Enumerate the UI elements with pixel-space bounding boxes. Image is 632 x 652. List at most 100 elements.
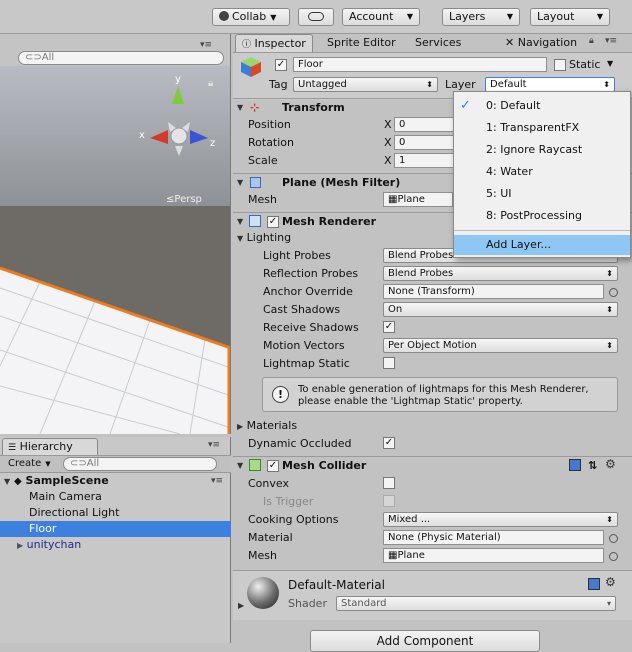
- layer-menu-item-ui[interactable]: 5: UI: [454, 184, 630, 204]
- layer-menu-item-water[interactable]: 4: Water: [454, 162, 630, 182]
- create-button[interactable]: Create ▼: [5, 457, 57, 471]
- scale-x-field[interactable]: 1: [394, 153, 454, 168]
- mesh-collider-header[interactable]: ▼ ✓ Mesh Collider ⇅ ⚙: [233, 456, 632, 474]
- collapse-triangle-icon[interactable]: ▼: [237, 99, 243, 116]
- cooking-options-dropdown[interactable]: Mixed ... ⬍: [383, 512, 618, 527]
- reflection-probes-dropdown[interactable]: Blend Probes ⬍: [383, 266, 618, 281]
- mesh-field[interactable]: ▦Plane: [383, 192, 453, 207]
- material-name: Default-Material: [288, 578, 385, 592]
- lock-icon[interactable]: 🔒︎: [208, 78, 213, 89]
- scene-view[interactable]: ▾≡ ⊂⊃All y x z ≤Persp 🔒︎: [0, 34, 231, 434]
- expand-triangle-icon[interactable]: ▶: [238, 601, 244, 610]
- cast-shadows-dropdown[interactable]: On ⬍: [383, 302, 618, 317]
- hierarchy-item-floor[interactable]: Floor: [0, 521, 231, 537]
- help-book-icon[interactable]: [569, 459, 581, 471]
- object-picker-icon[interactable]: [609, 552, 618, 561]
- anchor-override-field[interactable]: None (Transform): [383, 284, 604, 299]
- gear-icon[interactable]: ⚙: [605, 456, 616, 473]
- cooking-options-label: Cooking Options: [248, 513, 339, 526]
- gear-icon[interactable]: ⚙: [605, 575, 616, 589]
- layer-menu-item-default[interactable]: ✓ 0: Default: [454, 96, 630, 116]
- preset-icon[interactable]: ⇅: [588, 457, 597, 474]
- cloud-button[interactable]: [298, 8, 334, 26]
- gameobject-cube-icon: [240, 56, 262, 78]
- shader-label: Shader: [288, 597, 327, 610]
- help-text-line1: To enable generation of lightmaps for th…: [298, 384, 589, 395]
- scene-search-input[interactable]: ⊂⊃All: [18, 51, 224, 65]
- tab-navigation[interactable]: ✕ Navigation: [499, 34, 583, 52]
- mesh-collider-enabled-checkbox[interactable]: ✓: [267, 460, 279, 472]
- tab-sprite-editor[interactable]: Sprite Editor: [321, 34, 402, 52]
- layer-label: Layer: [445, 78, 476, 91]
- convex-checkbox[interactable]: [383, 477, 395, 489]
- shader-dropdown[interactable]: Standard ▾: [336, 596, 616, 611]
- object-picker-icon[interactable]: [609, 288, 618, 297]
- tag-dropdown[interactable]: Untagged ⬍: [293, 77, 438, 92]
- is-trigger-checkbox: [383, 495, 395, 507]
- motion-vectors-dropdown[interactable]: Per Object Motion ⬍: [383, 338, 618, 353]
- hierarchy-item-main-camera[interactable]: Main Camera: [0, 489, 231, 505]
- account-button[interactable]: Account ▼: [342, 8, 420, 26]
- lightmap-static-checkbox[interactable]: [383, 357, 395, 369]
- help-book-icon[interactable]: [588, 578, 600, 590]
- updown-arrow-icon: ⬍: [606, 269, 613, 278]
- lock-icon[interactable]: 🔒︎: [589, 36, 594, 46]
- updown-arrow-icon: ⬍: [606, 515, 613, 524]
- object-name-field[interactable]: Floor: [293, 57, 547, 72]
- layer-dropdown-menu: ✓ 0: Default 1: TransparentFX 2: Ignore …: [453, 91, 631, 258]
- axis-x-label: x: [139, 130, 145, 141]
- mesh-renderer-enabled-checkbox[interactable]: ✓: [267, 216, 279, 228]
- object-picker-icon[interactable]: [609, 534, 618, 543]
- static-checkbox[interactable]: [554, 59, 566, 71]
- expand-triangle-icon[interactable]: ▼: [4, 477, 10, 486]
- panel-menu-icon[interactable]: ▾≡: [208, 440, 220, 450]
- chevron-down-icon: ▼: [506, 12, 513, 21]
- hierarchy-search-input[interactable]: ⊂⊃All: [63, 457, 217, 471]
- lighting-foldout[interactable]: ▼ Lighting: [237, 231, 291, 244]
- options-icon[interactable]: ▾≡: [211, 473, 223, 489]
- collab-button[interactable]: Collab ▼: [212, 8, 290, 26]
- materials-foldout[interactable]: ▶ Materials: [237, 419, 297, 432]
- tab-services[interactable]: Services: [409, 34, 467, 52]
- hierarchy-item-directional-light[interactable]: Directional Light: [0, 505, 231, 521]
- transform-icon: ⊹: [250, 101, 260, 114]
- collapse-triangle-icon[interactable]: ▼: [237, 457, 243, 474]
- dynamic-occluded-checkbox[interactable]: ✓: [383, 437, 395, 449]
- tab-hierarchy[interactable]: ☰ Hierarchy: [2, 438, 98, 455]
- hierarchy-item-unitychan[interactable]: ▶ unitychan: [0, 537, 231, 553]
- chevron-down-icon: ▼: [596, 12, 603, 21]
- layer-menu-item-postprocessing[interactable]: 8: PostProcessing: [454, 206, 630, 226]
- light-probes-label: Light Probes: [263, 249, 331, 262]
- panel-menu-icon[interactable]: ▾≡: [200, 40, 212, 50]
- persp-label[interactable]: ≤Persp: [166, 194, 202, 205]
- static-dropdown-icon[interactable]: ▼: [607, 59, 613, 68]
- expand-triangle-icon[interactable]: ▶: [17, 541, 23, 550]
- updown-arrow-icon: ⬍: [603, 80, 610, 89]
- updown-arrow-icon: ⬍: [426, 80, 433, 89]
- layer-dropdown[interactable]: Default ⬍: [485, 77, 615, 92]
- receive-shadows-checkbox[interactable]: ✓: [383, 321, 395, 333]
- updown-arrow-icon: ⬍: [606, 305, 613, 314]
- scene-root-row[interactable]: ▼ ◆ SampleScene ▾≡: [0, 473, 231, 489]
- rotation-x-field[interactable]: 0: [394, 135, 454, 150]
- material-preview-sphere: [247, 577, 279, 609]
- collapse-triangle-icon[interactable]: ▼: [237, 174, 243, 191]
- mesh-filter-icon: [250, 177, 261, 188]
- x-label: X: [384, 118, 392, 131]
- collapse-triangle-icon: ▼: [237, 234, 244, 243]
- collider-mesh-field[interactable]: ▦Plane: [383, 548, 604, 563]
- collider-material-label: Material: [248, 531, 293, 544]
- position-x-field[interactable]: 0: [394, 117, 454, 132]
- layer-menu-item-transparentfx[interactable]: 1: TransparentFX: [454, 118, 630, 138]
- layer-menu-item-ignore-raycast[interactable]: 2: Ignore Raycast: [454, 140, 630, 160]
- panel-menu-icon[interactable]: ▾≡: [605, 36, 617, 46]
- collider-material-field[interactable]: None (Physic Material): [383, 530, 604, 545]
- layers-button[interactable]: Layers ▼: [442, 8, 520, 26]
- tab-inspector[interactable]: ⓘ Inspector: [235, 34, 313, 52]
- layout-button[interactable]: Layout ▼: [530, 8, 610, 26]
- collapse-triangle-icon[interactable]: ▼: [237, 213, 243, 230]
- layer-menu-item-add-layer[interactable]: Add Layer...: [454, 235, 630, 255]
- scene-toolbar: ▾≡ ⊂⊃All: [0, 34, 230, 66]
- add-component-button[interactable]: Add Component: [310, 630, 540, 652]
- active-checkbox[interactable]: ✓: [275, 59, 287, 71]
